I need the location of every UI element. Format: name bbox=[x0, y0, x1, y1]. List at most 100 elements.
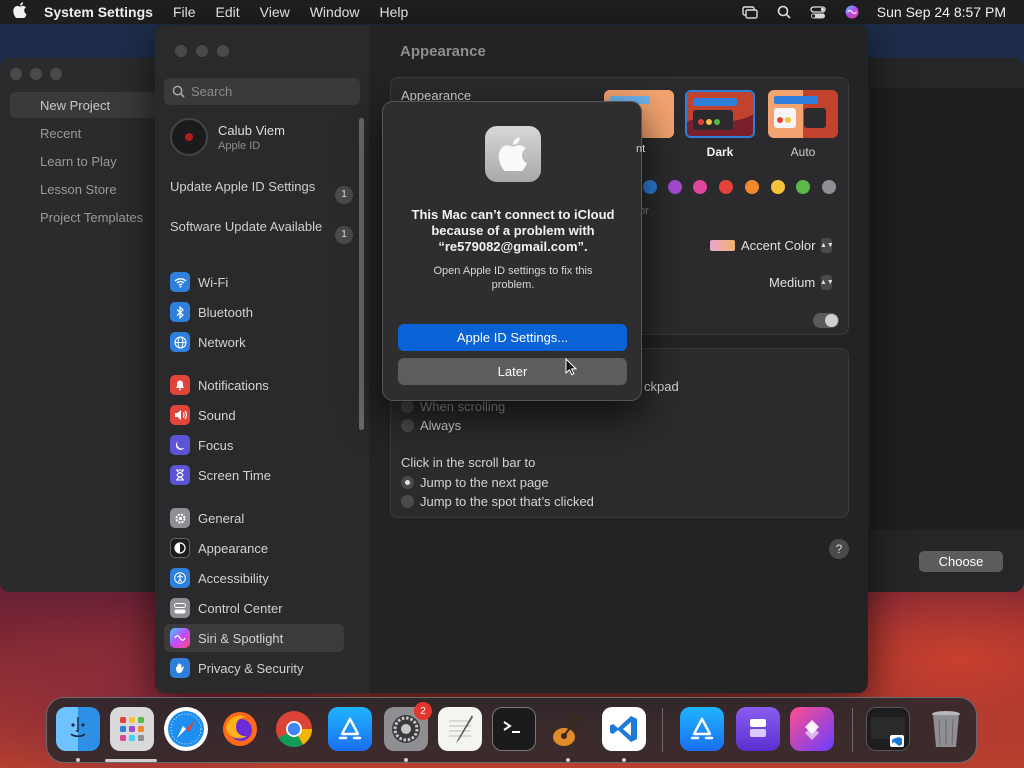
sidebar-item-notifications[interactable]: Notifications bbox=[164, 371, 344, 399]
apple-menu-icon[interactable] bbox=[0, 2, 40, 22]
radio-button[interactable] bbox=[401, 419, 414, 432]
accent-swatch-graphite[interactable] bbox=[822, 180, 836, 194]
accent-swatch-purple[interactable] bbox=[668, 180, 682, 194]
sidebar-item-appearance[interactable]: Appearance bbox=[164, 534, 344, 562]
bell-icon bbox=[170, 375, 190, 395]
menu-window[interactable]: Window bbox=[300, 4, 370, 20]
close-button[interactable] bbox=[175, 45, 187, 57]
search-field[interactable] bbox=[164, 78, 360, 105]
finder-icon[interactable] bbox=[56, 707, 100, 751]
radio-button-selected[interactable] bbox=[401, 476, 414, 489]
sidebar-icon-size-popup[interactable]: Medium ▲▼ bbox=[769, 275, 834, 290]
later-button[interactable]: Later bbox=[398, 358, 627, 385]
bg-item-learn-to-play[interactable]: Learn to Play bbox=[40, 154, 117, 169]
sidebar-item-siri-spotlight[interactable]: Siri & Spotlight bbox=[164, 624, 344, 652]
shortcuts-icon[interactable] bbox=[790, 707, 834, 751]
radio-jump-to-spot[interactable]: Jump to the spot that’s clicked bbox=[401, 494, 594, 509]
sidebar-item-label: Screen Time bbox=[198, 467, 271, 483]
bg-item-new-project[interactable]: New Project bbox=[40, 98, 110, 113]
control-center-icon bbox=[170, 598, 190, 618]
choose-button[interactable]: Choose bbox=[919, 551, 1003, 572]
sidebar-item-general[interactable]: General bbox=[164, 504, 344, 532]
hourglass-icon bbox=[170, 465, 190, 485]
wallpaper-tinting-toggle[interactable] bbox=[813, 313, 839, 328]
page-title: Appearance bbox=[400, 43, 486, 60]
notice-update-apple-id[interactable]: Update Apple ID Settings 1 bbox=[170, 179, 353, 204]
stepper-icon: ▲▼ bbox=[820, 275, 834, 290]
radio-when-scrolling[interactable]: When scrolling bbox=[401, 399, 505, 414]
notice-badge: 1 bbox=[335, 226, 353, 244]
apple-id-settings-button[interactable]: Apple ID Settings... bbox=[398, 324, 627, 351]
radio-button[interactable] bbox=[401, 400, 414, 413]
menu-clock[interactable]: Sun Sep 24 8:57 PM bbox=[877, 4, 1006, 20]
trash-icon[interactable] bbox=[924, 707, 968, 751]
bg-item-recent[interactable]: Recent bbox=[40, 126, 81, 141]
radio-always[interactable]: Always bbox=[401, 418, 461, 433]
notice-software-update[interactable]: Software Update Available 1 bbox=[170, 219, 353, 244]
radio-label: Always bbox=[420, 418, 462, 433]
highlight-color-popup[interactable]: Accent Color ▲▼ bbox=[710, 238, 834, 253]
siri-icon[interactable] bbox=[843, 5, 861, 19]
sidebar-item-network[interactable]: Network bbox=[164, 328, 344, 356]
radio-jump-next-page[interactable]: Jump to the next page bbox=[401, 475, 549, 490]
accent-swatch-green[interactable] bbox=[796, 180, 810, 194]
notice-label: Software Update Available bbox=[170, 219, 323, 234]
sidebar-scrollbar[interactable] bbox=[359, 118, 364, 430]
radio-label: Jump to the next page bbox=[420, 475, 549, 490]
minimize-button[interactable] bbox=[196, 45, 208, 57]
menu-file[interactable]: File bbox=[163, 4, 206, 20]
sidebar-item-focus[interactable]: Focus bbox=[164, 431, 344, 459]
textedit-icon[interactable] bbox=[438, 707, 482, 751]
theme-auto-thumbnail[interactable] bbox=[768, 90, 838, 138]
accent-swatch-yellow[interactable] bbox=[771, 180, 785, 194]
safari-icon[interactable] bbox=[164, 707, 208, 751]
menu-edit[interactable]: Edit bbox=[206, 4, 250, 20]
accent-swatch-red[interactable] bbox=[719, 180, 733, 194]
minimize-button[interactable] bbox=[30, 68, 42, 80]
app-store-icon[interactable] bbox=[680, 707, 724, 751]
accent-swatch-orange[interactable] bbox=[745, 180, 759, 194]
popup-value: Medium bbox=[769, 275, 816, 290]
menu-app-name[interactable]: System Settings bbox=[40, 4, 163, 20]
control-center-icon[interactable] bbox=[809, 5, 827, 19]
bg-item-lesson-store[interactable]: Lesson Store bbox=[40, 182, 117, 197]
sidebar-item-label: Control Center bbox=[198, 600, 283, 616]
search-input[interactable] bbox=[191, 84, 351, 99]
screen-mirroring-icon[interactable] bbox=[741, 5, 759, 19]
chrome-icon[interactable] bbox=[272, 707, 316, 751]
sidebar-item-sound[interactable]: Sound bbox=[164, 401, 344, 429]
firefox-icon[interactable] bbox=[218, 707, 262, 751]
sidebar-item-privacy-security[interactable]: Privacy & Security bbox=[164, 654, 344, 682]
accent-swatch-blue[interactable] bbox=[643, 180, 657, 194]
alert-message: Open Apple ID settings to fix this probl… bbox=[433, 265, 593, 291]
vscode-icon[interactable] bbox=[602, 707, 646, 751]
spotlight-search-icon[interactable] bbox=[775, 5, 793, 19]
gear-icon bbox=[170, 508, 190, 528]
zoom-button[interactable] bbox=[50, 68, 62, 80]
launchpad-icon[interactable] bbox=[110, 707, 154, 751]
sidebar-item-bluetooth[interactable]: Bluetooth bbox=[164, 298, 344, 326]
accent-swatch-pink[interactable] bbox=[693, 180, 707, 194]
bg-item-project-templates[interactable]: Project Templates bbox=[40, 210, 143, 225]
apple-id-profile[interactable]: Calub Viem Apple ID bbox=[170, 118, 285, 156]
close-button[interactable] bbox=[10, 68, 22, 80]
menu-view[interactable]: View bbox=[250, 4, 300, 20]
garageband-icon[interactable] bbox=[546, 707, 590, 751]
help-button[interactable]: ? bbox=[829, 539, 849, 559]
click-scrollbar-label: Click in the scroll bar to bbox=[401, 455, 536, 470]
sidebar-item-screen-time[interactable]: Screen Time bbox=[164, 461, 344, 489]
sidebar-item-control-center[interactable]: Control Center bbox=[164, 594, 344, 622]
radio-button[interactable] bbox=[401, 495, 414, 508]
sidebar-item-accessibility[interactable]: Accessibility bbox=[164, 564, 344, 592]
zoom-button[interactable] bbox=[217, 45, 229, 57]
window-preview-icon[interactable] bbox=[866, 707, 910, 751]
simulator-icon[interactable] bbox=[736, 707, 780, 751]
sidebar-item-label: Bluetooth bbox=[198, 304, 253, 320]
background-content-area bbox=[870, 88, 1024, 530]
sidebar-item-wifi[interactable]: Wi-Fi bbox=[164, 268, 344, 296]
menu-help[interactable]: Help bbox=[370, 4, 419, 20]
theme-dark-thumbnail[interactable] bbox=[685, 90, 755, 138]
app-store-icon[interactable] bbox=[328, 707, 372, 751]
apple-logo-icon bbox=[485, 126, 541, 182]
terminal-icon[interactable] bbox=[492, 707, 536, 751]
